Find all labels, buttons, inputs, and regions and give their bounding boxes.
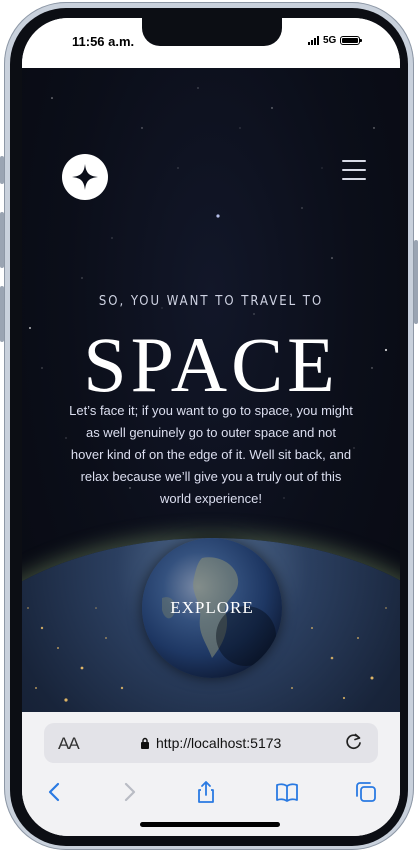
power-button — [414, 240, 418, 324]
camera-notch — [142, 18, 282, 46]
explore-button[interactable]: EXPLORE — [142, 538, 282, 678]
four-point-star-icon[interactable] — [62, 154, 108, 200]
share-icon[interactable] — [193, 780, 219, 804]
browser-toolbar — [22, 774, 400, 810]
bookmarks-icon[interactable] — [274, 780, 300, 804]
lock-icon — [141, 737, 149, 749]
battery-icon — [340, 36, 363, 45]
browser-chrome: AA http://localhost:5173 — [22, 712, 400, 836]
side-button — [0, 156, 4, 184]
explore-button-label: EXPLORE — [170, 598, 254, 617]
hero-eyebrow: SO, YOU WANT TO TRAVEL TO — [98, 294, 324, 309]
network-label: 5G — [323, 35, 337, 46]
address-bar[interactable]: AA http://localhost:5173 — [44, 723, 378, 763]
volume-up-button — [0, 212, 4, 268]
text-size-button[interactable]: AA — [58, 734, 80, 754]
hamburger-menu-icon[interactable] — [342, 160, 366, 180]
url-display[interactable]: http://localhost:5173 — [140, 735, 281, 751]
hero-title: SPACE — [83, 321, 339, 408]
hero-description: Let’s face it; if you want to go to spac… — [69, 403, 353, 506]
home-indicator — [140, 822, 280, 827]
volume-down-button — [0, 286, 4, 342]
forward-icon[interactable] — [116, 780, 142, 804]
page-content: SO, YOU WANT TO TRAVEL TO SPACE Let’s fa… — [22, 68, 400, 712]
signal-icon — [308, 36, 319, 45]
phone-screen: 11:56 a.m. 5G SO, YOU WANT TO TRAVEL TO … — [22, 18, 400, 836]
status-time: 11:56 a.m. — [72, 34, 135, 49]
url-text: http://localhost:5173 — [156, 735, 282, 751]
back-icon[interactable] — [42, 780, 68, 804]
status-bar: 11:56 a.m. 5G — [22, 18, 400, 68]
reload-icon[interactable] — [344, 732, 364, 752]
logo-star-shape — [72, 164, 98, 190]
text-size-label: AA — [58, 734, 80, 753]
tabs-icon[interactable] — [353, 780, 379, 804]
status-indicators: 5G — [308, 35, 363, 46]
